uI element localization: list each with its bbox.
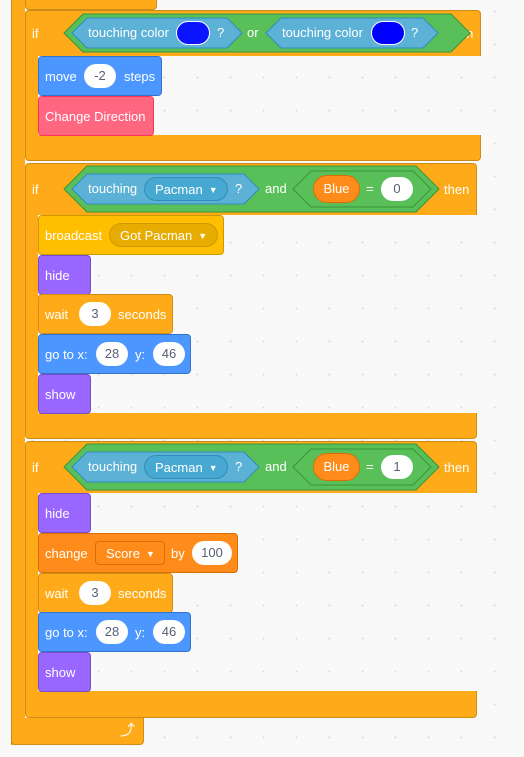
forever-loop-left-arm[interactable] xyxy=(11,0,25,745)
x-input[interactable]: 28 xyxy=(96,342,128,366)
touching-label: touching xyxy=(88,181,138,196)
go-to-x-label: go to x: xyxy=(45,625,88,640)
previous-block-stub[interactable] xyxy=(25,0,157,10)
seconds-label: seconds xyxy=(118,307,167,322)
wait-seconds-input[interactable]: 3 xyxy=(79,581,111,605)
y-label: y: xyxy=(135,347,146,362)
forever-loop-bottom[interactable]: ⤴ xyxy=(11,718,144,745)
hide-block[interactable]: hide xyxy=(38,493,91,533)
if-keyword: if xyxy=(32,26,39,41)
change-direction-block[interactable]: Change Direction xyxy=(38,96,154,136)
color-picker-right[interactable] xyxy=(371,21,405,45)
equals-value-input[interactable]: 0 xyxy=(381,177,413,201)
equals-sign: = xyxy=(366,459,374,474)
touching-target-value: Pacman xyxy=(155,182,203,197)
if-block-2-footer[interactable] xyxy=(25,413,477,439)
touching-target-value: Pacman xyxy=(155,460,203,475)
change-value-input[interactable]: 100 xyxy=(192,541,232,565)
if-block-2-arm xyxy=(25,214,38,414)
show-label: show xyxy=(45,665,76,680)
wait-seconds-block[interactable]: wait 3 seconds xyxy=(38,573,173,613)
variable-reporter-blue[interactable]: Blue xyxy=(313,175,360,203)
steps-input[interactable]: -2 xyxy=(84,64,116,88)
y-label: y: xyxy=(135,625,146,640)
change-variable-block[interactable]: change Score ▼ by 100 xyxy=(38,533,238,573)
if-keyword: if xyxy=(32,460,39,475)
variable-dropdown[interactable]: Score ▼ xyxy=(95,541,165,565)
steps-label: steps xyxy=(124,69,156,84)
then-keyword: then xyxy=(444,182,470,197)
wait-label: wait xyxy=(45,307,69,322)
touching-color-label-right: touching color xyxy=(282,25,363,40)
or-label: or xyxy=(247,25,259,40)
and-label: and xyxy=(265,459,287,474)
hide-label: hide xyxy=(45,268,70,283)
then-keyword: then xyxy=(444,460,470,475)
show-block[interactable]: show xyxy=(38,374,91,414)
move-steps-block[interactable]: move -2 steps xyxy=(38,56,162,96)
y-input[interactable]: 46 xyxy=(153,342,185,366)
move-label: move xyxy=(45,69,77,84)
variable-reporter-blue[interactable]: Blue xyxy=(313,453,360,481)
x-input[interactable]: 28 xyxy=(96,620,128,644)
loop-arrow-icon: ⤴ xyxy=(120,722,136,739)
color-picker-left[interactable] xyxy=(176,21,210,45)
dropdown-caret-icon: ▼ xyxy=(145,549,155,559)
question-mark: ? xyxy=(235,459,243,474)
go-to-xy-block[interactable]: go to x: 28 y: 46 xyxy=(38,334,191,374)
question-mark: ? xyxy=(235,181,243,196)
change-direction-label: Change Direction xyxy=(45,109,146,124)
touching-target-dropdown[interactable]: Pacman ▼ xyxy=(144,177,228,201)
broadcast-message-dropdown[interactable]: Got Pacman ▼ xyxy=(109,223,218,247)
wait-label: wait xyxy=(45,586,69,601)
broadcast-message-value: Got Pacman xyxy=(120,228,193,243)
broadcast-block[interactable]: broadcast Got Pacman ▼ xyxy=(38,215,224,255)
hide-block[interactable]: hide xyxy=(38,255,91,295)
if-block-1-arm xyxy=(25,55,38,137)
dropdown-caret-icon: ▼ xyxy=(208,463,218,473)
dropdown-caret-icon: ▼ xyxy=(198,231,208,241)
go-to-xy-block[interactable]: go to x: 28 y: 46 xyxy=(38,612,191,652)
equals-sign: = xyxy=(366,181,374,196)
touching-label: touching xyxy=(88,459,138,474)
variable-value: Score xyxy=(106,546,140,561)
wait-seconds-input[interactable]: 3 xyxy=(79,302,111,326)
if-block-1-footer[interactable] xyxy=(25,135,481,161)
question-mark-right: ? xyxy=(411,25,419,40)
dropdown-caret-icon: ▼ xyxy=(208,185,218,195)
and-label: and xyxy=(265,181,287,196)
equals-value-input[interactable]: 1 xyxy=(381,455,413,479)
show-label: show xyxy=(45,387,76,402)
if-keyword: if xyxy=(32,182,39,197)
touching-target-dropdown[interactable]: Pacman ▼ xyxy=(144,455,228,479)
seconds-label: seconds xyxy=(118,586,167,601)
question-mark-left: ? xyxy=(217,25,225,40)
touching-color-label-left: touching color xyxy=(88,25,169,40)
if-block-3-arm xyxy=(25,492,38,692)
if-block-3-footer[interactable] xyxy=(25,691,477,718)
show-block[interactable]: show xyxy=(38,652,91,692)
change-label: change xyxy=(45,546,88,561)
hide-label: hide xyxy=(45,506,70,521)
go-to-x-label: go to x: xyxy=(45,347,88,362)
wait-seconds-block[interactable]: wait 3 seconds xyxy=(38,294,173,334)
broadcast-label: broadcast xyxy=(45,228,103,243)
by-label: by xyxy=(171,546,185,561)
y-input[interactable]: 46 xyxy=(153,620,185,644)
